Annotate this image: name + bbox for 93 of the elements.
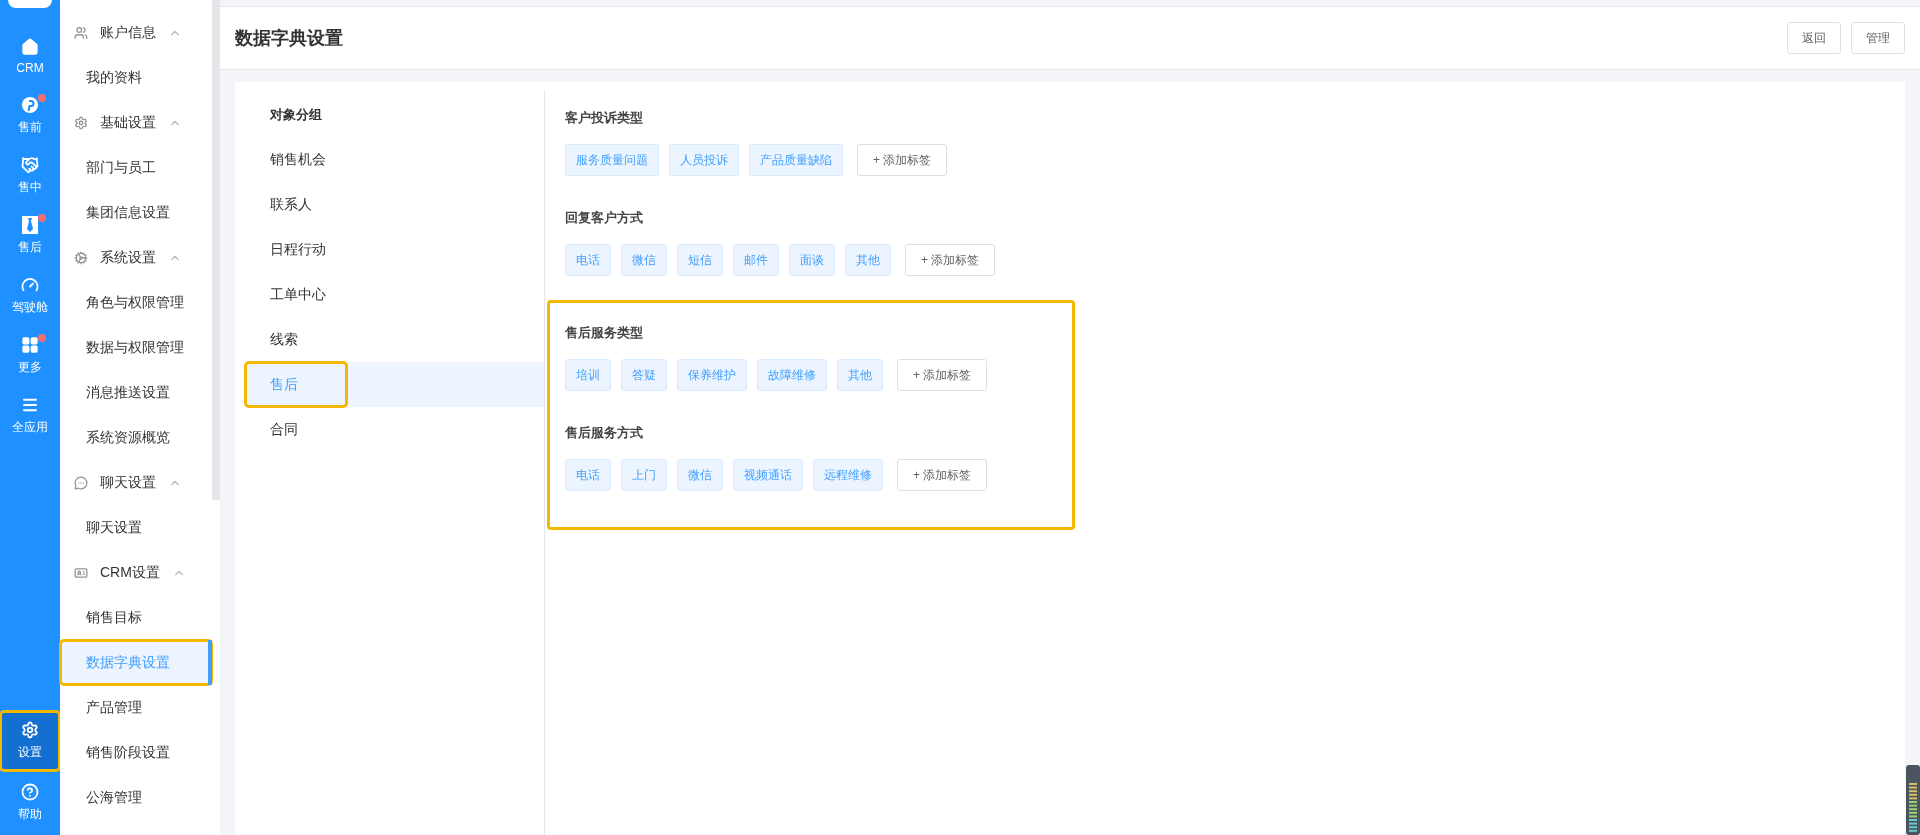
rail-label: 帮助 bbox=[18, 806, 42, 823]
add-tag-button[interactable]: + 添加标签 bbox=[905, 244, 996, 276]
sidebar-item[interactable]: 部门与员工 bbox=[60, 145, 212, 190]
tag: 视频通话 bbox=[733, 459, 803, 491]
id-card-icon bbox=[74, 565, 88, 580]
rail-label: 更多 bbox=[18, 359, 42, 376]
group-label: 账户信息 bbox=[100, 23, 156, 42]
tag: 保养维护 bbox=[677, 359, 747, 391]
chat-icon bbox=[74, 475, 88, 490]
menu-icon bbox=[21, 396, 39, 414]
header-button[interactable]: 返回 bbox=[1787, 22, 1841, 54]
handshake-icon bbox=[21, 156, 39, 174]
rail-item[interactable]: 设置 bbox=[0, 711, 60, 771]
rail-label: CRM bbox=[16, 60, 44, 75]
sidebar-item[interactable]: 数据与权限管理 bbox=[60, 325, 212, 370]
level-meter-drawing bbox=[1906, 765, 1920, 835]
section-title: 回复客户方式 bbox=[565, 209, 644, 227]
category-label: 工单中心 bbox=[269, 284, 327, 304]
category-item[interactable]: 线索 bbox=[245, 317, 544, 362]
sidebar-item[interactable]: 公海管理 bbox=[60, 775, 212, 820]
tag: 电话 bbox=[565, 244, 611, 276]
category-label: 线索 bbox=[269, 329, 299, 349]
category-heading: 对象分组 bbox=[269, 105, 323, 124]
tag: 短信 bbox=[677, 244, 723, 276]
category-item[interactable]: 联系人 bbox=[245, 182, 544, 227]
settings-icon bbox=[74, 115, 88, 130]
tag: 面谈 bbox=[789, 244, 835, 276]
add-tag-button[interactable]: + 添加标签 bbox=[897, 459, 988, 491]
tag: 其他 bbox=[837, 359, 883, 391]
section-title: 售后服务方式 bbox=[565, 424, 644, 442]
rail-label: 全应用 bbox=[12, 419, 48, 436]
home-icon bbox=[21, 37, 39, 56]
tie-icon bbox=[22, 216, 38, 234]
sidebar-item[interactable]: 销售阶段设置 bbox=[60, 730, 212, 775]
tag: 培训 bbox=[565, 359, 611, 391]
group-label: 基础设置 bbox=[100, 113, 156, 132]
tag: 微信 bbox=[621, 244, 667, 276]
category-label: 日程行动 bbox=[269, 239, 327, 259]
sidebar-group[interactable]: 聊天设置 bbox=[60, 460, 212, 505]
users-icon bbox=[74, 25, 88, 40]
sidebar-item[interactable]: 我的资料 bbox=[60, 55, 212, 100]
group-label: CRM设置 bbox=[100, 563, 160, 582]
category-label: 售后 bbox=[245, 362, 347, 407]
sidebar-item[interactable]: 销售目标 bbox=[60, 595, 212, 640]
rail-label: 售后 bbox=[18, 239, 42, 256]
help-icon bbox=[21, 783, 39, 801]
tag: 人员投诉 bbox=[669, 144, 739, 176]
sidebar-item[interactable]: 聊天设置 bbox=[60, 505, 212, 550]
p-circle-icon bbox=[21, 96, 39, 114]
page-title: 数据字典设置 bbox=[235, 27, 343, 50]
rail-label: 售中 bbox=[18, 179, 42, 196]
add-tag-button[interactable]: + 添加标签 bbox=[857, 144, 948, 176]
selection-bar bbox=[208, 640, 212, 685]
category-item[interactable]: 工单中心 bbox=[245, 272, 544, 317]
tag: 其他 bbox=[845, 244, 891, 276]
category-item[interactable]: 日程行动 bbox=[245, 227, 544, 272]
group-label: 聊天设置 bbox=[100, 473, 156, 492]
tag: 微信 bbox=[677, 459, 723, 491]
group-label: 系统设置 bbox=[100, 248, 156, 267]
tag: 答疑 bbox=[621, 359, 667, 391]
logo-block bbox=[8, 0, 52, 8]
sidebar-item[interactable]: 集团信息设置 bbox=[60, 190, 212, 235]
grid-icon bbox=[21, 336, 39, 354]
section-title: 客户投诉类型 bbox=[565, 109, 644, 127]
tag: 远程维修 bbox=[813, 459, 883, 491]
tag: 产品质量缺陷 bbox=[749, 144, 843, 176]
header-button[interactable]: 管理 bbox=[1851, 22, 1905, 54]
sidebar-item[interactable]: 消息推送设置 bbox=[60, 370, 212, 415]
tag: 邮件 bbox=[733, 244, 779, 276]
rail-label: 设置 bbox=[18, 744, 42, 761]
sidebar-group[interactable]: 账户信息 bbox=[60, 10, 212, 55]
section-title: 售后服务类型 bbox=[565, 324, 644, 342]
rail-label: 驾驶舱 bbox=[12, 299, 48, 316]
category-item[interactable]: 合同 bbox=[245, 407, 544, 452]
sidebar-group[interactable]: CRM设置 bbox=[60, 550, 212, 595]
category-label: 销售机会 bbox=[269, 149, 327, 169]
scrollbar-thumb[interactable] bbox=[212, 0, 220, 500]
tag: 电话 bbox=[565, 459, 611, 491]
sidebar-item[interactable]: 产品管理 bbox=[60, 685, 212, 730]
sidebar-item[interactable]: 角色与权限管理 bbox=[60, 280, 212, 325]
add-tag-button[interactable]: + 添加标签 bbox=[897, 359, 988, 391]
tag: 故障维修 bbox=[757, 359, 827, 391]
category-label: 联系人 bbox=[269, 194, 313, 214]
category-label: 合同 bbox=[269, 419, 299, 439]
tag: 服务质量问题 bbox=[565, 144, 659, 176]
sidebar-group[interactable]: 基础设置 bbox=[60, 100, 212, 145]
sidebar-group[interactable]: 系统设置 bbox=[60, 235, 212, 280]
sidebar-item[interactable]: 系统资源概览 bbox=[60, 415, 212, 460]
gauge-icon bbox=[21, 276, 39, 294]
settings-icon bbox=[21, 721, 39, 739]
rail-label: 售前 bbox=[18, 119, 42, 136]
category-item[interactable]: 销售机会 bbox=[245, 137, 544, 182]
tag: 上门 bbox=[621, 459, 667, 491]
